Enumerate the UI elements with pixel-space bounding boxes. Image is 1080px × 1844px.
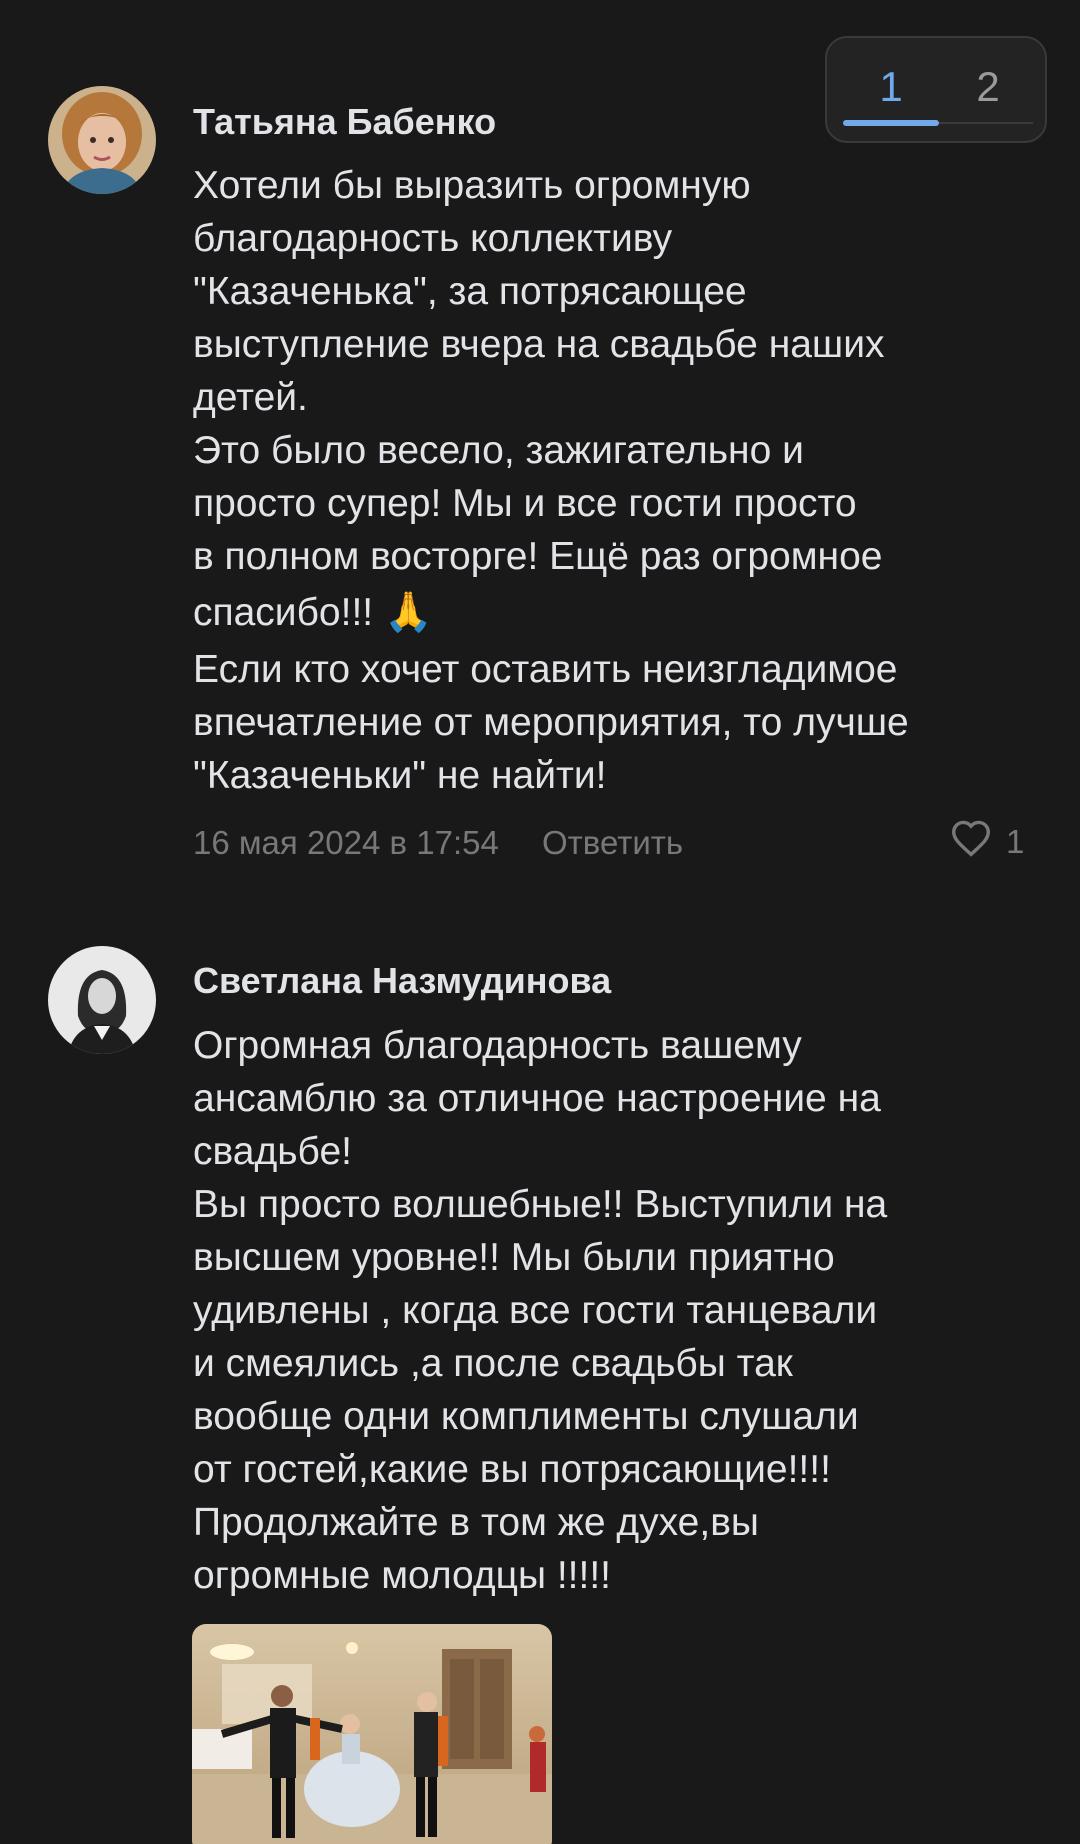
comment-meta: 16 мая 2024 в 17:54 Ответить [193,826,683,859]
comment-date: 16 мая 2024 в 17:54 [193,824,499,861]
page-switcher: 1 2 [825,36,1047,143]
avatar[interactable] [48,86,156,194]
comment-text: Хотели бы выразить огромную благодарност… [193,164,909,797]
attached-photo[interactable] [192,1624,552,1844]
page-tab-2[interactable]: 2 [940,66,1036,108]
reply-button[interactable]: Ответить [542,824,683,861]
comment-author[interactable]: Татьяна Бабенко [193,104,496,140]
like-button[interactable]: 1 [950,819,1025,865]
active-tab-indicator [843,120,939,126]
like-count: 1 [1006,823,1025,860]
comment-author[interactable]: Светлана Назмудинова [193,963,611,999]
heart-outline-icon [950,819,1006,865]
comment-text: Огромная благодарность вашему ансамблю з… [193,1024,888,1597]
avatar[interactable] [48,946,156,1054]
page-tab-1[interactable]: 1 [843,66,939,108]
